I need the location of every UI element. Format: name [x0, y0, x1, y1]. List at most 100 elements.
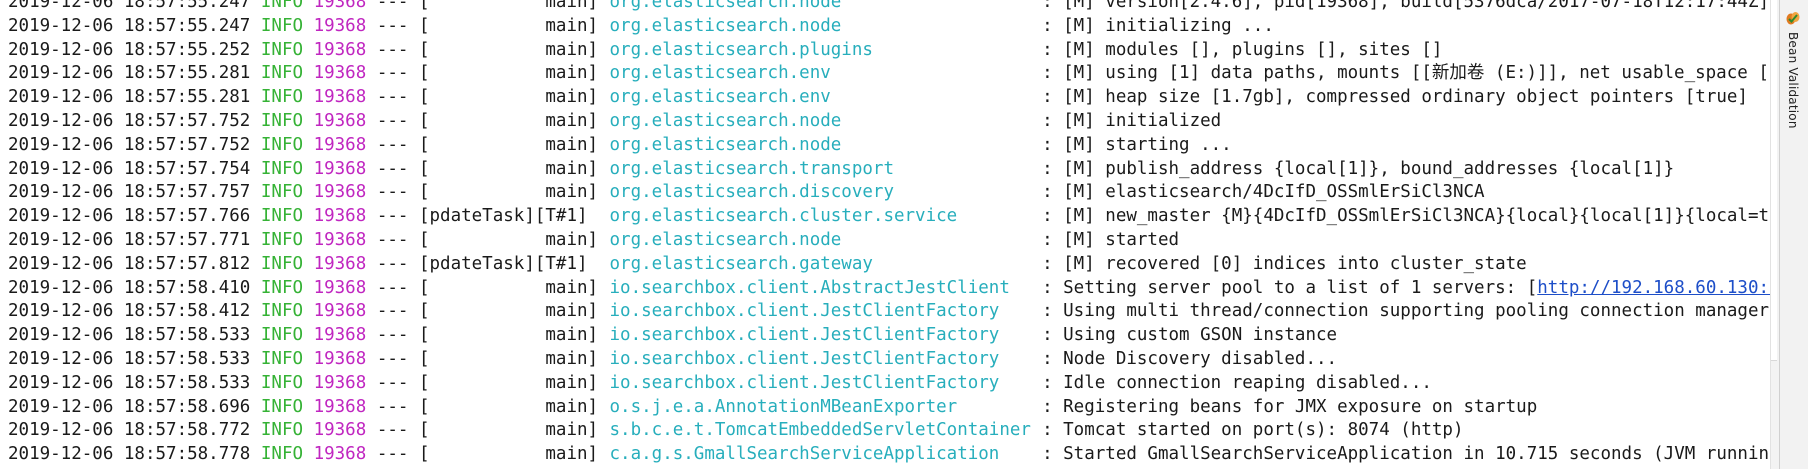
- log-separator: ---: [376, 301, 409, 322]
- log-timestamp: 2019-12-06 18:57:57.766: [8, 206, 251, 227]
- log-line: 2019-12-06 18:57:57.771 INFO 19368 --- […: [8, 229, 1770, 253]
- log-separator: ---: [376, 15, 409, 36]
- log-level: INFO: [260, 206, 304, 227]
- log-message: : Using multi thread/connection supporti…: [1042, 301, 1770, 322]
- log-message: : Registering beans for JMX exposure on …: [1042, 396, 1538, 417]
- log-message: : [M] initialized: [1042, 110, 1222, 131]
- log-message: : Setting server pool to a list of 1 ser…: [1042, 277, 1538, 298]
- log-level: INFO: [260, 301, 304, 322]
- log-level: INFO: [260, 39, 304, 60]
- log-logger: io.searchbox.client.JestClientFactory: [609, 348, 1000, 369]
- log-logger: org.elasticsearch.plugins: [609, 39, 873, 60]
- log-thread: [ main]: [418, 372, 599, 393]
- log-level: INFO: [260, 396, 304, 417]
- log-line: 2019-12-06 18:57:58.410 INFO 19368 --- […: [8, 277, 1770, 301]
- log-line: 2019-12-06 18:57:55.252 INFO 19368 --- […: [8, 39, 1770, 63]
- log-line: 2019-12-06 18:57:58.412 INFO 19368 --- […: [8, 300, 1770, 324]
- log-logger: io.searchbox.client.AbstractJestClient: [609, 277, 1010, 298]
- log-timestamp: 2019-12-06 18:57:58.533: [8, 348, 251, 369]
- log-level: INFO: [260, 444, 304, 465]
- log-logger: org.elasticsearch.transport: [609, 158, 894, 179]
- log-pid: 19368: [313, 87, 367, 108]
- log-message: : [M] elasticsearch/4DcIfD_OSSmlErSiCl3N…: [1042, 182, 1485, 203]
- log-thread: [ main]: [418, 444, 599, 465]
- log-pid: 19368: [313, 39, 367, 60]
- log-line: 2019-12-06 18:57:57.754 INFO 19368 --- […: [8, 158, 1770, 182]
- scrollbar-thumb[interactable]: [1771, 0, 1777, 361]
- log-line: 2019-12-06 18:57:58.778 INFO 19368 --- […: [8, 443, 1770, 467]
- log-logger: org.elasticsearch.node: [609, 15, 842, 36]
- log-thread: [ main]: [418, 229, 599, 250]
- log-pid: 19368: [313, 277, 367, 298]
- console-output[interactable]: 2019-12-06 18:57:55.247 INFO 19368 --- […: [0, 0, 1770, 469]
- log-pid: 19368: [313, 15, 367, 36]
- log-timestamp: 2019-12-06 18:57:55.247: [8, 15, 251, 36]
- log-level: INFO: [260, 15, 304, 36]
- server-url-link[interactable]: http://192.168.60.130:9200: [1537, 278, 1770, 298]
- log-level: INFO: [260, 63, 304, 84]
- log-message: : Using custom GSON instance: [1042, 325, 1338, 346]
- log-pid: 19368: [313, 301, 367, 322]
- log-logger: org.elasticsearch.discovery: [609, 182, 894, 203]
- log-timestamp: 2019-12-06 18:57:55.281: [8, 87, 251, 108]
- log-message: : [M] new_master {M}{4DcIfD_OSSmlErSiCl3…: [1042, 206, 1770, 227]
- log-pid: 19368: [313, 229, 367, 250]
- log-timestamp: 2019-12-06 18:57:58.410: [8, 277, 251, 298]
- log-message: : Idle connection reaping disabled...: [1042, 372, 1432, 393]
- log-line: 2019-12-06 18:57:58.696 INFO 19368 --- […: [8, 396, 1770, 420]
- log-level: INFO: [260, 229, 304, 250]
- log-separator: ---: [376, 372, 409, 393]
- log-level: INFO: [260, 134, 304, 155]
- log-message: : Node Discovery disabled...: [1042, 348, 1338, 369]
- log-line: 2019-12-06 18:57:57.812 INFO 19368 --- […: [8, 253, 1770, 277]
- log-separator: ---: [376, 253, 409, 274]
- log-separator: ---: [376, 348, 409, 369]
- log-separator: ---: [376, 277, 409, 298]
- log-level: INFO: [260, 420, 304, 441]
- log-pid: 19368: [313, 206, 367, 227]
